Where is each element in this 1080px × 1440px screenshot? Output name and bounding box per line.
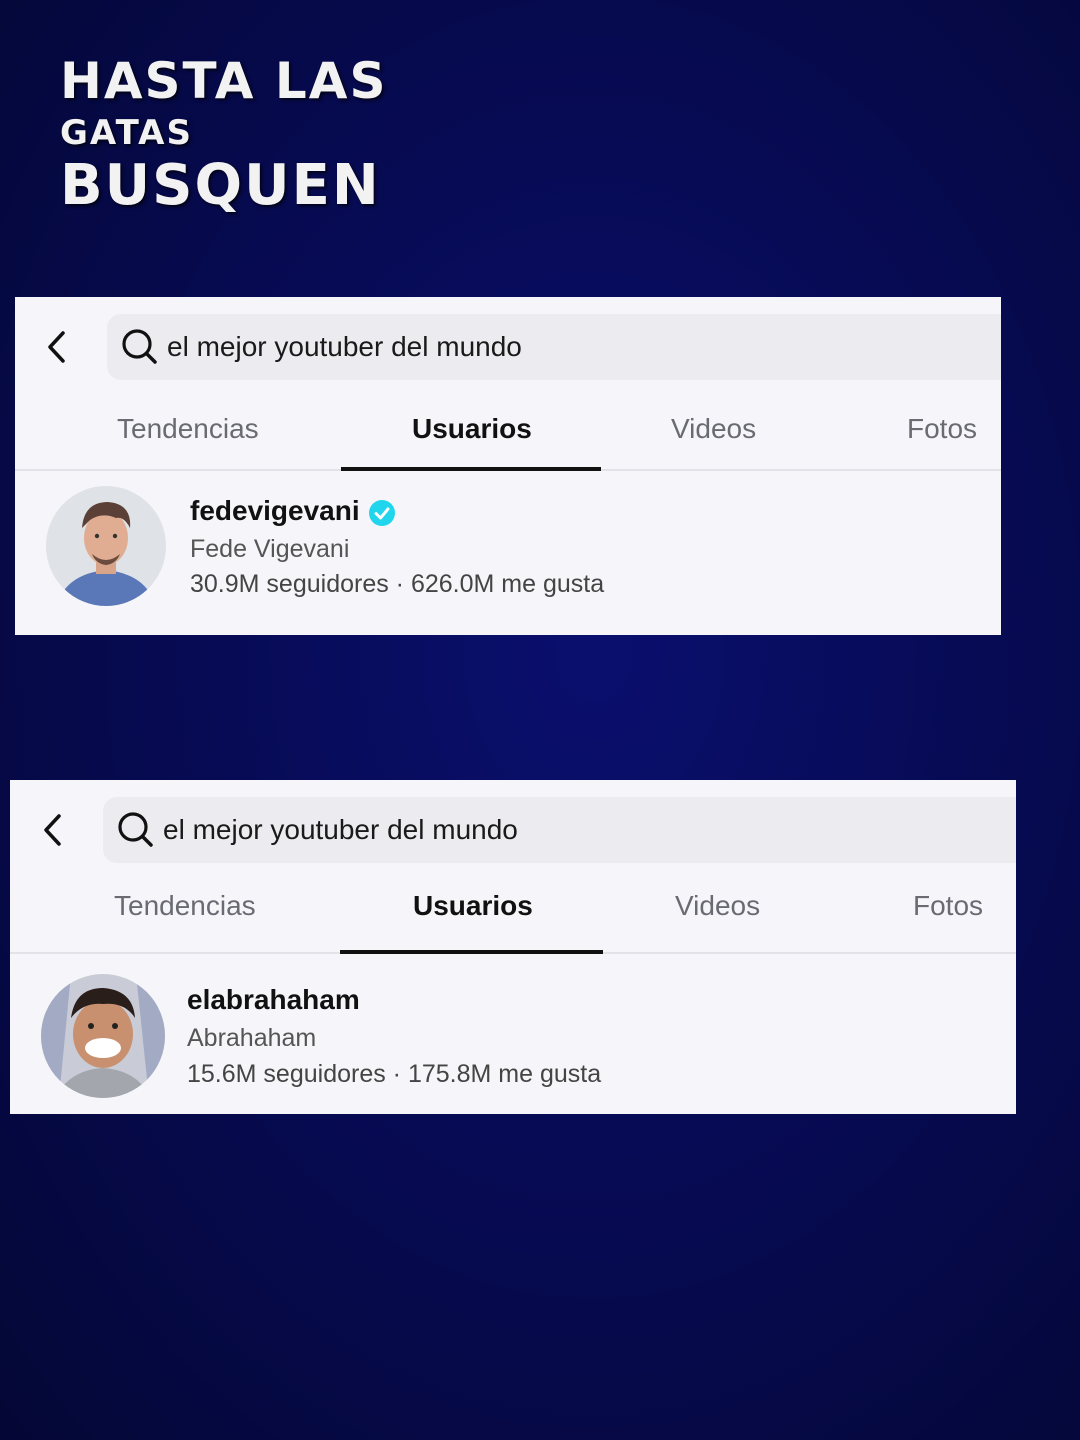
username[interactable]: elabrahaham [187,984,360,1016]
avatar[interactable] [46,486,166,606]
tab-bar: Tendencias Usuarios Videos Fotos [10,880,1016,954]
overlay-line-1: HASTA LAS [60,52,388,110]
search-query: el mejor youtuber del mundo [167,331,522,362]
tab-fotos[interactable]: Fotos [907,413,977,445]
tab-usuarios[interactable]: Usuarios [412,413,532,445]
search-header: el mejor youtuber del mundo [10,780,1016,880]
avatar[interactable] [41,974,165,1098]
back-button[interactable] [37,325,77,369]
tab-tendencias[interactable]: Tendencias [114,890,256,922]
display-name: Abrahaham [187,1024,317,1052]
display-name: Fede Vigevani [190,535,350,563]
avatar-image [41,974,165,1098]
user-result-row[interactable]: elabrahaham Abrahaham 15.6M seguidores ·… [10,954,1016,1114]
verified-badge-icon [369,500,395,526]
search-bar[interactable]: el mejor youtuber del mundo [103,797,1016,863]
tab-videos[interactable]: Videos [671,413,756,445]
username[interactable]: fedevigevani [190,495,360,527]
search-icon [118,812,153,847]
search-icon [122,329,157,364]
search-bar[interactable]: el mejor youtuber del mundo [107,314,1001,380]
search-result-screenshot-2: el mejor youtuber del mundo Tendencias U… [10,780,1016,1114]
chevron-left-icon [48,331,65,363]
back-button[interactable] [33,808,73,852]
user-stats: 15.6M seguidores · 175.8M me gusta [187,1060,602,1088]
overlay-caption: HASTA LAS GATAS BUSQUEN [60,56,387,214]
search-header: el mejor youtuber del mundo [15,297,1001,397]
chevron-left-icon [44,814,61,846]
user-result-row[interactable]: fedevigevani Fede Vigevani 30.9M seguido… [15,471,1001,631]
tab-fotos[interactable]: Fotos [913,890,983,922]
tab-bar: Tendencias Usuarios Videos Fotos [15,397,1001,471]
user-stats: 30.9M seguidores · 626.0M me gusta [190,570,605,598]
tab-videos[interactable]: Videos [675,890,760,922]
tab-tendencias[interactable]: Tendencias [117,413,259,445]
overlay-line-3: BUSQUEN [60,153,381,218]
search-query: el mejor youtuber del mundo [163,814,518,845]
avatar-image [46,486,166,606]
overlay-line-2: GATAS [60,113,193,153]
search-result-screenshot-1: el mejor youtuber del mundo Tendencias U… [15,297,1001,635]
tab-usuarios[interactable]: Usuarios [413,890,533,922]
